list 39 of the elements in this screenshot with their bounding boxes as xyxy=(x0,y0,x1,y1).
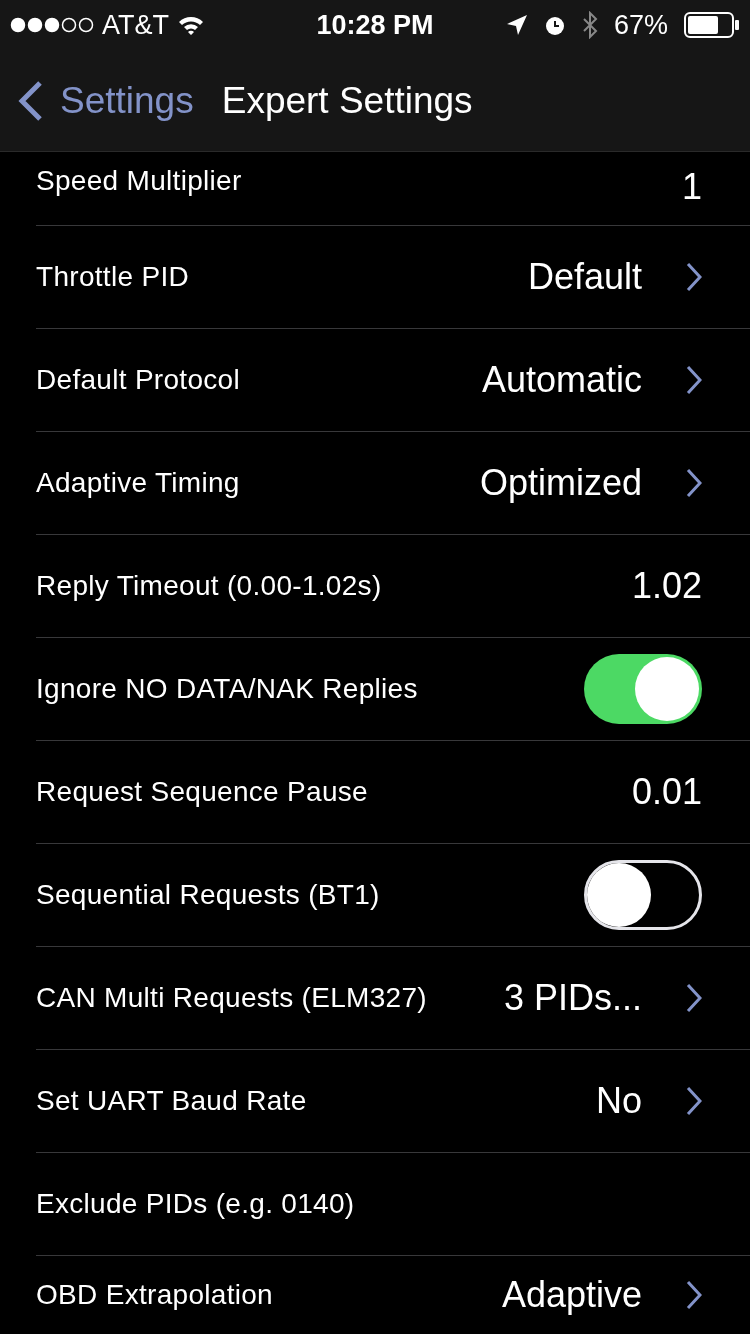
battery-icon xyxy=(684,12,740,38)
alarm-clock-icon xyxy=(543,14,566,36)
setting-value[interactable]: Automatic xyxy=(481,353,642,407)
chevron-right-icon xyxy=(686,1086,702,1116)
setting-value: 1 xyxy=(681,165,702,209)
setting-label: Throttle PID xyxy=(36,260,190,294)
chevron-right-icon xyxy=(686,983,702,1013)
setting-label: Reply Timeout (0.00-1.02s) xyxy=(36,569,383,603)
chevron-right-icon xyxy=(686,468,702,498)
setting-value[interactable]: No xyxy=(595,1074,642,1128)
setting-label: Set UART Baud Rate xyxy=(36,1084,308,1118)
location-arrow-icon xyxy=(505,14,528,36)
setting-value[interactable]: Adaptive xyxy=(501,1268,642,1322)
setting-value: 0.01 xyxy=(631,770,702,814)
setting-label: Adaptive Timing xyxy=(36,466,241,500)
chevron-right-icon xyxy=(686,262,702,292)
setting-label: CAN Multi Requests (ELM327) xyxy=(36,981,428,1015)
chevron-left-icon xyxy=(18,79,44,122)
setting-value[interactable]: Default xyxy=(527,250,642,304)
carrier-name: AT&T xyxy=(102,8,169,42)
setting-value[interactable]: 3 PIDs... xyxy=(503,971,642,1025)
bluetooth-icon xyxy=(581,11,598,39)
setting-value[interactable]: Optimized xyxy=(479,456,642,510)
screen-title: Expert Settings xyxy=(221,78,473,123)
setting-label: Speed Multiplier xyxy=(36,164,243,198)
back-button[interactable]: Settings xyxy=(18,72,194,129)
chevron-right-icon xyxy=(686,1280,702,1310)
setting-label: Default Protocol xyxy=(36,363,241,397)
clock-time: 10:28 PM xyxy=(316,9,434,40)
setting-label: Ignore NO DATA/NAK Replies xyxy=(36,672,419,706)
signal-icon xyxy=(10,17,94,33)
chevron-right-icon xyxy=(686,365,702,395)
wifi-icon xyxy=(177,14,205,36)
setting-value: 1.02 xyxy=(631,564,702,608)
setting-label: Sequential Requests (BT1) xyxy=(36,878,381,912)
setting-label: OBD Extrapolation xyxy=(36,1278,274,1312)
setting-label: Exclude PIDs (e.g. 0140) xyxy=(36,1187,356,1221)
setting-label: Request Sequence Pause xyxy=(36,775,369,809)
battery-percentage: 67% xyxy=(613,8,668,42)
